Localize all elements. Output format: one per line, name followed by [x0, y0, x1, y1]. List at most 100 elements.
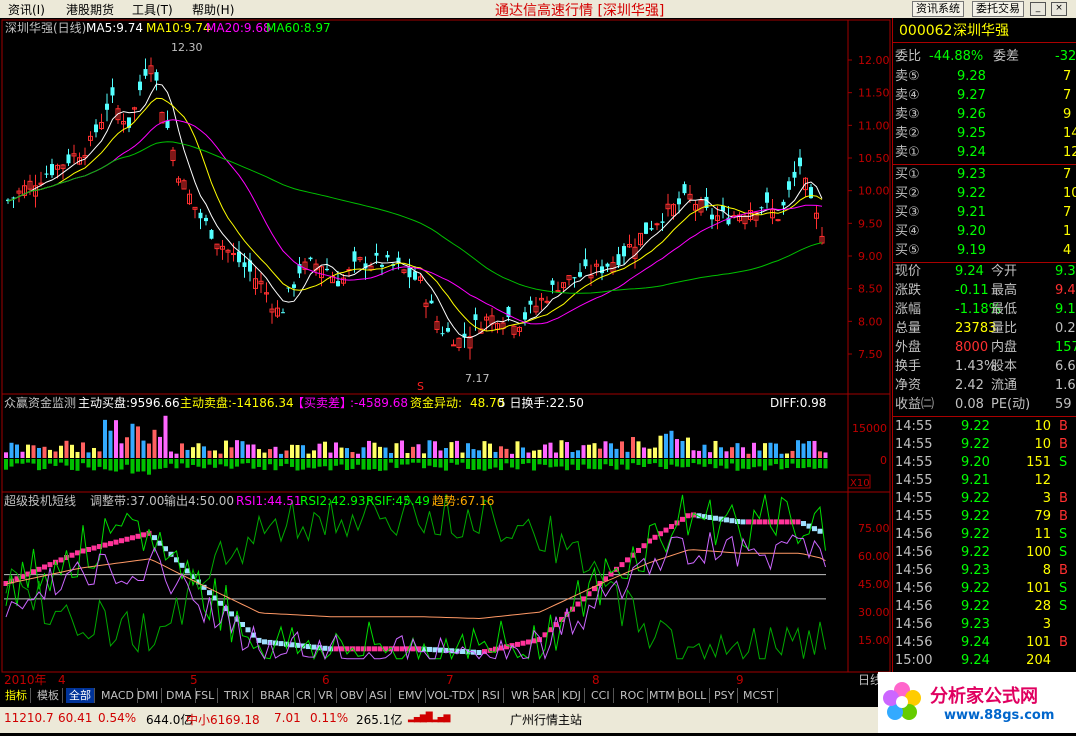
tab-指标[interactable]: 指标: [2, 688, 31, 703]
bid-row[interactable]: 买④ 9.20 1: [893, 223, 1076, 241]
money-bar-up: [587, 444, 591, 458]
menu-help[interactable]: 帮助(H): [192, 1, 234, 18]
money-bar-up: [202, 446, 206, 458]
tab-asi[interactable]: ASI: [366, 688, 391, 703]
bid-volume: 10: [1063, 186, 1076, 201]
money-bar-up: [306, 453, 311, 458]
money-bar-up: [37, 447, 41, 458]
tab-emv[interactable]: EMV: [395, 688, 426, 703]
tab-dmi[interactable]: DMI: [134, 688, 163, 703]
trend-block: [58, 557, 64, 563]
rsi-tick: 30.00: [858, 606, 890, 619]
minimize-icon[interactable]: _: [1030, 2, 1046, 16]
tab-cr[interactable]: CR: [293, 688, 316, 703]
tab-obv[interactable]: OBV: [337, 688, 368, 703]
candle-body: [308, 257, 313, 260]
signal-bars-icon: ▂▄▆█▂▄▆: [408, 713, 450, 723]
money-bar-up: [125, 437, 129, 458]
candle-body: [154, 72, 159, 81]
buy-label: 主动买盘:: [78, 395, 130, 410]
bid-row[interactable]: 买① 9.23 7: [893, 166, 1076, 184]
money-bar-up: [152, 429, 157, 458]
station-name[interactable]: 广州行情主站: [510, 711, 582, 728]
diff-value: -32: [1055, 49, 1076, 64]
tab-rsi[interactable]: RSI: [479, 688, 504, 703]
menu-tools[interactable]: 工具(T): [132, 1, 173, 18]
ask-volume: 14: [1063, 126, 1076, 141]
money-bar-up: [405, 453, 410, 458]
kline-chart-area[interactable]: 12.00 11.50 11.00 10.50 10.00 9.50 9.00 8.50 8.0…: [0, 18, 892, 688]
tab-mcst[interactable]: MCST: [740, 688, 778, 703]
bid-row[interactable]: 买⑤ 9.19 4: [893, 242, 1076, 260]
tab-vol-tdx[interactable]: VOL-TDX: [424, 688, 479, 703]
bid-row[interactable]: 买③ 9.21 7: [893, 204, 1076, 222]
money-bar-down: [240, 459, 245, 464]
money-bar-up: [526, 452, 531, 458]
ask-row[interactable]: 卖③ 9.26 9: [893, 106, 1076, 124]
tab-模板[interactable]: 模板: [34, 688, 63, 703]
tab-roc[interactable]: ROC: [617, 688, 648, 703]
money-bar-down: [746, 459, 751, 470]
money-bar-up: [609, 443, 613, 458]
menu-info[interactable]: 资讯(I): [8, 1, 45, 18]
tab-boll[interactable]: BOLL: [675, 688, 711, 703]
tick-volume: 151: [1026, 455, 1051, 470]
x10-button[interactable]: X10: [850, 478, 870, 489]
money-bar-up: [708, 452, 712, 458]
month-6: 6: [322, 673, 330, 687]
money-bar-down: [460, 459, 465, 463]
candle-body: [798, 157, 802, 167]
tab-cci[interactable]: CCI: [588, 688, 614, 703]
tab-psy[interactable]: PSY: [711, 688, 739, 703]
ask-row[interactable]: 卖④ 9.27 7: [893, 87, 1076, 105]
tick-volume: 204: [1026, 653, 1051, 668]
money-bar-down: [378, 459, 382, 471]
tab-macd[interactable]: MACD: [98, 688, 138, 703]
money-bar-up: [97, 451, 102, 458]
money-bar-up: [53, 451, 58, 458]
money-bar-up: [735, 443, 740, 458]
ask-row[interactable]: 卖⑤ 9.28 7: [893, 68, 1076, 86]
money-bar-up: [312, 450, 316, 458]
close-icon[interactable]: ×: [1051, 2, 1067, 16]
ma5-label: MA5:9.74: [86, 21, 143, 35]
tab-dma[interactable]: DMA: [163, 688, 196, 703]
money-bar-down: [636, 459, 641, 465]
tab-kdj[interactable]: KDJ: [559, 688, 585, 703]
money-bar-up: [801, 443, 806, 458]
trade-button[interactable]: 委托交易: [972, 1, 1024, 17]
tab-brar[interactable]: BRAR: [257, 688, 294, 703]
app-title: 通达信高速行情 [深圳华强]: [495, 3, 665, 19]
tab-trix[interactable]: TRIX: [221, 688, 254, 703]
money-bar-down: [268, 459, 272, 465]
money-bar-down: [108, 459, 113, 471]
ask-row[interactable]: 卖② 9.25 14: [893, 125, 1076, 143]
bid-row[interactable]: 买② 9.22 10: [893, 185, 1076, 203]
menu-hk-futures[interactable]: 港股期货: [66, 1, 114, 18]
money-bar-up: [64, 440, 69, 458]
money-bar-up: [554, 452, 558, 458]
money-bar-down: [471, 459, 476, 470]
money-bar-down: [218, 459, 223, 465]
ask-volume: 9: [1063, 107, 1072, 122]
tab-vr[interactable]: VR: [315, 688, 338, 703]
trend-block: [152, 535, 157, 541]
money-bar-down: [708, 459, 712, 465]
tab-sar[interactable]: SAR: [530, 688, 560, 703]
price-tick: 11.50: [858, 87, 890, 100]
diff-tag-value: :-4589.68: [350, 396, 408, 410]
money-bar-up: [92, 447, 96, 458]
money-bar-up: [284, 450, 289, 458]
money-bar-up: [592, 443, 597, 458]
money-bar-up: [367, 440, 371, 458]
ask-row[interactable]: 卖① 9.24 12: [893, 144, 1076, 162]
tab-fsl[interactable]: FSL: [192, 688, 219, 703]
tab-全部[interactable]: 全部: [66, 688, 95, 703]
info-system-button[interactable]: 资讯系统: [912, 1, 964, 17]
stat-row: 外盘 8000内盘 1578: [893, 339, 1076, 357]
tick-row: 14:55 9.22 79 B: [893, 508, 1076, 526]
money-bar-down: [702, 459, 707, 467]
tab-mtm[interactable]: MTM: [646, 688, 679, 703]
money-bar-up: [191, 447, 195, 458]
ask-volume: 7: [1063, 69, 1072, 84]
